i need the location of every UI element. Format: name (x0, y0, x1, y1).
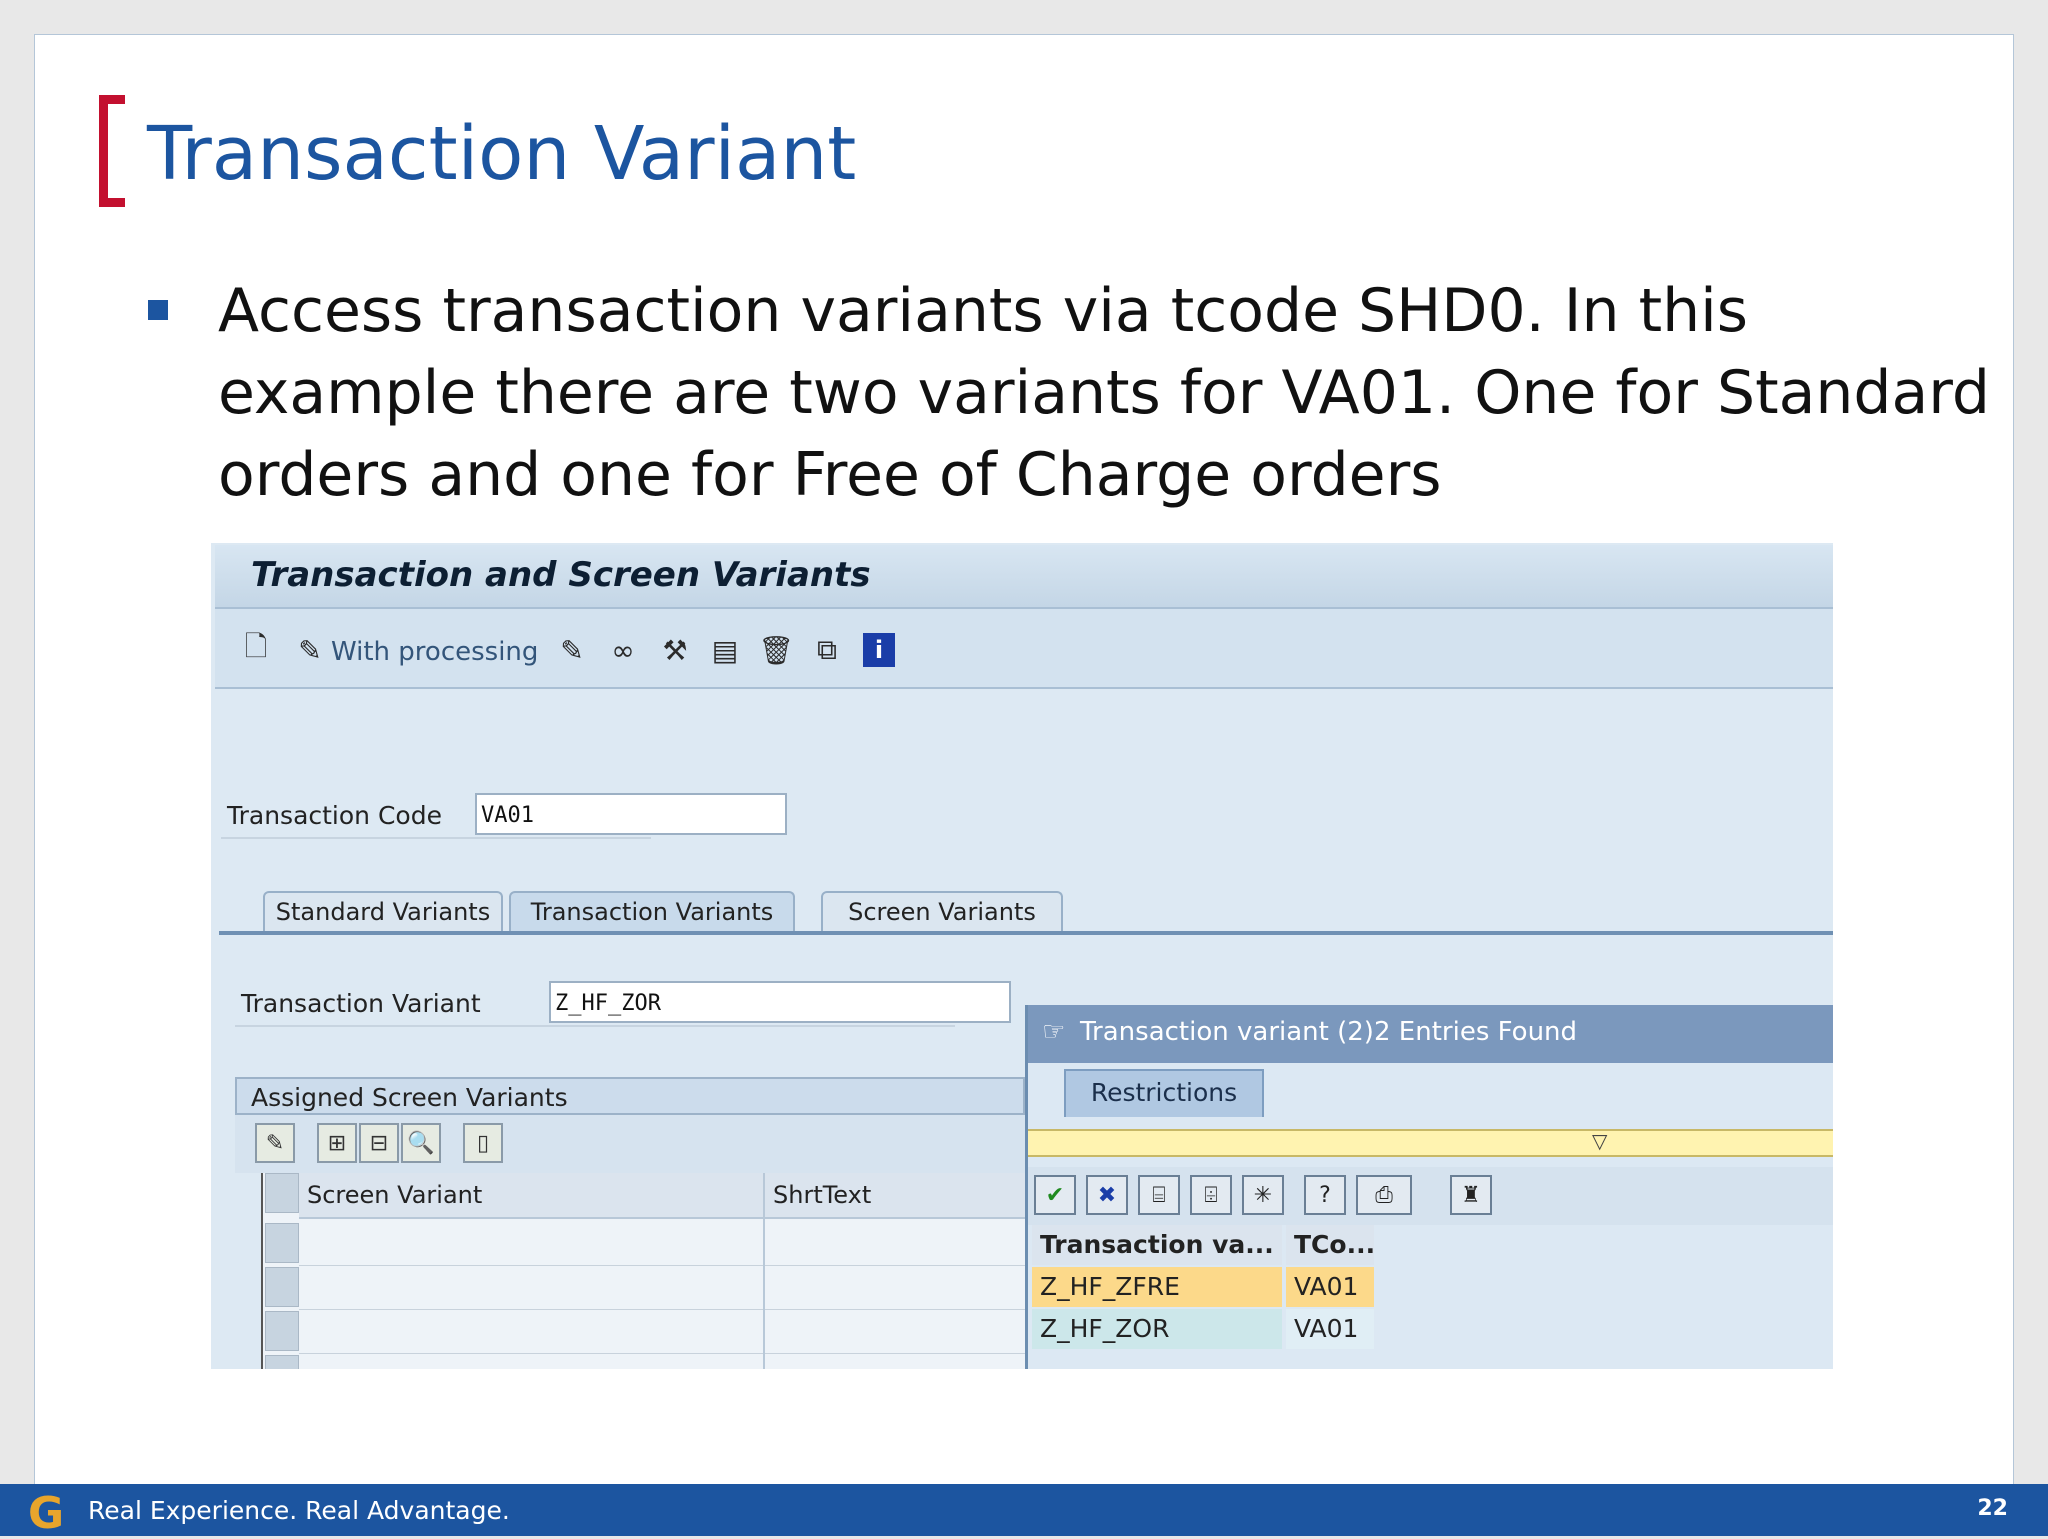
page-number: 22 (1977, 1496, 2008, 1521)
popup-toolbar: ✔ ✖ ⌸ ⌹ ✳ ? ⎙ ♜ (1028, 1167, 1833, 1225)
result-variant-cell[interactable]: Z_HF_ZFRE (1032, 1267, 1282, 1307)
column-tcode[interactable]: TCo... (1286, 1225, 1375, 1265)
row-divider (299, 1309, 1027, 1310)
info-icon[interactable]: i (863, 633, 895, 667)
footer-tagline: Real Experience. Real Advantage. (88, 1496, 510, 1525)
restrictions-tab[interactable]: Restrictions (1064, 1069, 1264, 1117)
slide: Transaction Variant Access transaction v… (34, 34, 2014, 1502)
title-bracket (99, 95, 125, 207)
with-processing-button[interactable]: With processing (331, 637, 538, 667)
edit-icon[interactable]: ✎ (255, 1123, 295, 1163)
screen-icon[interactable]: ▤ (707, 633, 743, 667)
sap-title-bar: Transaction and Screen Variants (215, 545, 1833, 609)
tab-standard-variants[interactable]: Standard Variants (263, 891, 503, 931)
transaction-variant-label: Transaction Variant (241, 989, 481, 1018)
check-icon[interactable]: ✔ (1034, 1175, 1076, 1215)
column-divider (763, 1173, 765, 1369)
cancel-icon[interactable]: ✖ (1086, 1175, 1128, 1215)
row-selector[interactable] (265, 1355, 299, 1369)
document-icon[interactable]: 🗋 (241, 630, 271, 667)
trash-icon[interactable]: 🗑 (758, 633, 794, 667)
save-icon[interactable]: ▯ (463, 1123, 503, 1163)
row-divider (299, 1265, 1027, 1266)
company-logo: G (28, 1488, 65, 1539)
find-next-icon[interactable]: ⌹ (1190, 1175, 1232, 1215)
help-icon[interactable]: ? (1304, 1175, 1346, 1215)
details-icon[interactable]: 🔍 (401, 1123, 441, 1163)
slide-title: Transaction Variant (147, 111, 857, 197)
assigned-toolbar: ✎ ⊞ ⊟ 🔍 ▯ (235, 1115, 1025, 1173)
label-underline (221, 837, 651, 839)
insert-row-icon[interactable]: ⊞ (317, 1123, 357, 1163)
popup-icon: ☞ (1042, 1017, 1066, 1047)
glasses-icon[interactable]: ∞ (605, 633, 641, 667)
footer-bar: G Real Experience. Real Advantage. 22 (0, 1484, 2048, 1539)
label-underline (235, 1025, 955, 1027)
bullet-text: Access transaction variants via tcode SH… (218, 276, 1990, 510)
row-selector[interactable] (265, 1267, 299, 1307)
row-selector[interactable] (265, 1223, 299, 1263)
personalize-icon[interactable]: ♜ (1450, 1175, 1492, 1215)
column-transaction-variant[interactable]: Transaction va... (1032, 1225, 1282, 1265)
transaction-variant-field[interactable]: Z_HF_ZOR (549, 981, 1011, 1023)
result-tcode-cell[interactable]: VA01 (1286, 1267, 1374, 1307)
sap-screenshot: Transaction and Screen Variants 🗋 ✎ With… (211, 543, 1833, 1369)
find-icon[interactable]: ⌸ (1138, 1175, 1180, 1215)
pencil-icon[interactable]: ✎ (295, 633, 325, 667)
sap-toolbar: 🗋 ✎ With processing ✎ ∞ ⚒ ▤ 🗑 ⧉ i (215, 609, 1833, 689)
assigned-screen-variants-header: Assigned Screen Variants (235, 1077, 1025, 1115)
delete-row-icon[interactable]: ⊟ (359, 1123, 399, 1163)
search-help-popup: ☞ Transaction variant (2) 2 Entries Foun… (1025, 1005, 1833, 1369)
select-all-cell[interactable] (265, 1173, 299, 1213)
bullet-marker (148, 300, 168, 320)
pencil-icon[interactable]: ✎ (557, 633, 587, 667)
expand-icon[interactable]: ▽ (1592, 1129, 1607, 1153)
popup-entries: 2 Entries Found (1374, 1017, 1578, 1047)
row-selector[interactable] (265, 1311, 299, 1351)
column-shrttext[interactable]: ShrtText (765, 1173, 1027, 1219)
column-screen-variant[interactable]: Screen Variant (299, 1173, 763, 1219)
hierarchy-icon[interactable]: ⚒ (657, 633, 693, 667)
row-divider (299, 1353, 1027, 1354)
assigned-header-label: Assigned Screen Variants (251, 1083, 568, 1112)
print-icon[interactable]: ⎙ (1356, 1175, 1412, 1215)
result-tcode-cell[interactable]: VA01 (1286, 1309, 1374, 1349)
copy-icon[interactable]: ⧉ (809, 633, 845, 667)
new-selection-icon[interactable]: ✳ (1242, 1175, 1284, 1215)
transaction-code-label: Transaction Code (227, 801, 442, 830)
tab-transaction-variants[interactable]: Transaction Variants (509, 891, 795, 931)
transaction-code-field[interactable]: VA01 (475, 793, 787, 835)
tab-strip-line (219, 931, 1833, 935)
restrictions-toggle-bar[interactable]: ▽ (1028, 1129, 1833, 1157)
sap-window-title: Transaction and Screen Variants (251, 555, 871, 595)
popup-title-bar: ☞ Transaction variant (2) 2 Entries Foun… (1028, 1005, 1833, 1063)
tab-screen-variants[interactable]: Screen Variants (821, 891, 1063, 931)
popup-title: Transaction variant (2) (1080, 1017, 1374, 1047)
result-variant-cell[interactable]: Z_HF_ZOR (1032, 1309, 1282, 1349)
screen-variant-table: Screen Variant ShrtText (261, 1173, 1027, 1369)
